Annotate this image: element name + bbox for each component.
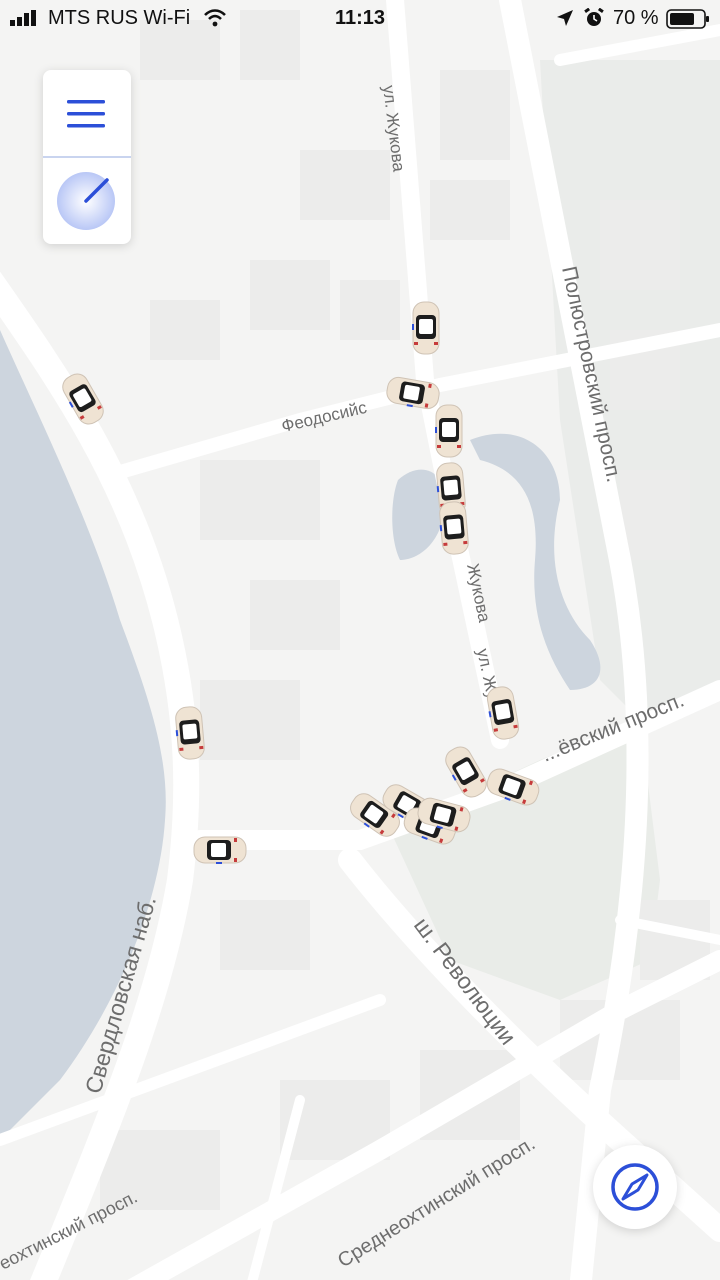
taxi-car[interactable] bbox=[434, 404, 463, 458]
battery-icon bbox=[666, 9, 709, 29]
menu-icon bbox=[67, 100, 105, 128]
clock: 11:13 bbox=[334, 7, 386, 29]
radar-button[interactable] bbox=[43, 158, 131, 244]
taxi-car[interactable] bbox=[411, 301, 440, 355]
compass-button[interactable] bbox=[593, 1145, 677, 1229]
map-control-panel bbox=[43, 70, 131, 244]
taxi-car[interactable] bbox=[193, 836, 247, 865]
compass-icon bbox=[611, 1163, 659, 1211]
taxi-car[interactable] bbox=[173, 705, 206, 761]
alarm-icon bbox=[584, 8, 604, 26]
battery-percent: 70 % bbox=[613, 7, 659, 29]
radar-icon bbox=[57, 172, 115, 230]
status-bar: MTS RUS Wi-Fi 11:13 70 % bbox=[0, 0, 720, 38]
menu-button[interactable] bbox=[43, 70, 131, 156]
location-arrow-icon bbox=[557, 10, 573, 26]
taxi-car[interactable] bbox=[437, 500, 470, 556]
